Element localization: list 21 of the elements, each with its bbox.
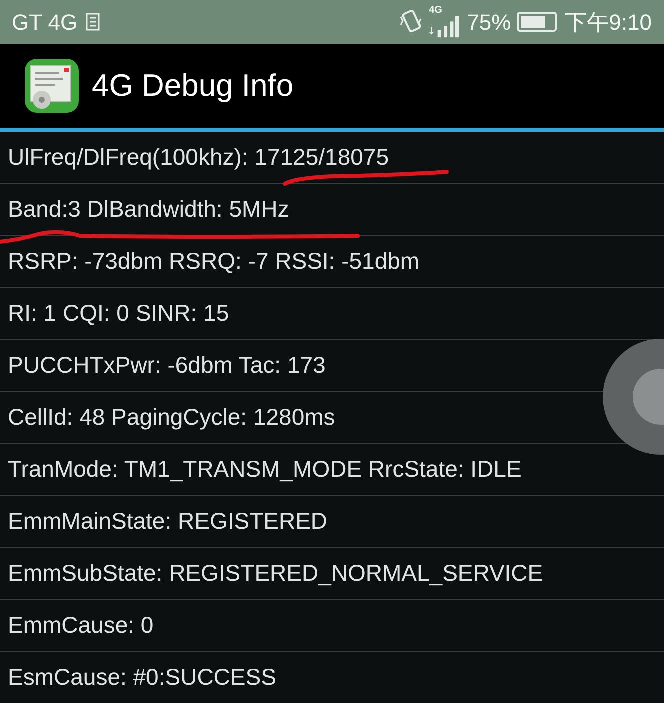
battery-icon — [517, 12, 558, 32]
battery-percent: 75% — [467, 8, 512, 36]
info-text: EmmSubState: REGISTERED_NORMAL_SERVICE — [8, 559, 544, 588]
info-text: UlFreq/DlFreq(100khz): 17125/18075 — [8, 143, 389, 172]
info-text: RSRP: -73dbm RSRQ: -7 RSSI: -51dbm — [8, 247, 420, 276]
info-text: PUCCHTxPwr: -6dbm Tac: 173 — [8, 351, 326, 380]
info-text: EmmCause: 0 — [8, 611, 154, 640]
notification-icon — [86, 13, 100, 31]
app-title: 4G Debug Info — [92, 66, 294, 105]
info-text: Band:3 DlBandwidth: 5MHz — [8, 195, 290, 224]
clock-label: 下午9:10 — [565, 8, 652, 36]
info-text: EmmMainState: REGISTERED — [8, 507, 328, 536]
info-text: CellId: 48 PagingCycle: 1280ms — [8, 403, 336, 432]
vibrate-icon — [399, 9, 424, 35]
carrier-label: GT 4G — [12, 8, 78, 36]
info-text: EsmCause: #0:SUCCESS — [8, 663, 276, 692]
app-icon — [24, 58, 80, 114]
info-text: RI: 1 CQI: 0 SINR: 15 — [8, 299, 230, 328]
signal-icon — [429, 16, 460, 38]
info-text: TranMode: TM1_TRANSM_MODE RrcState: IDLE — [8, 455, 522, 484]
network-label: 4G — [429, 6, 442, 16]
